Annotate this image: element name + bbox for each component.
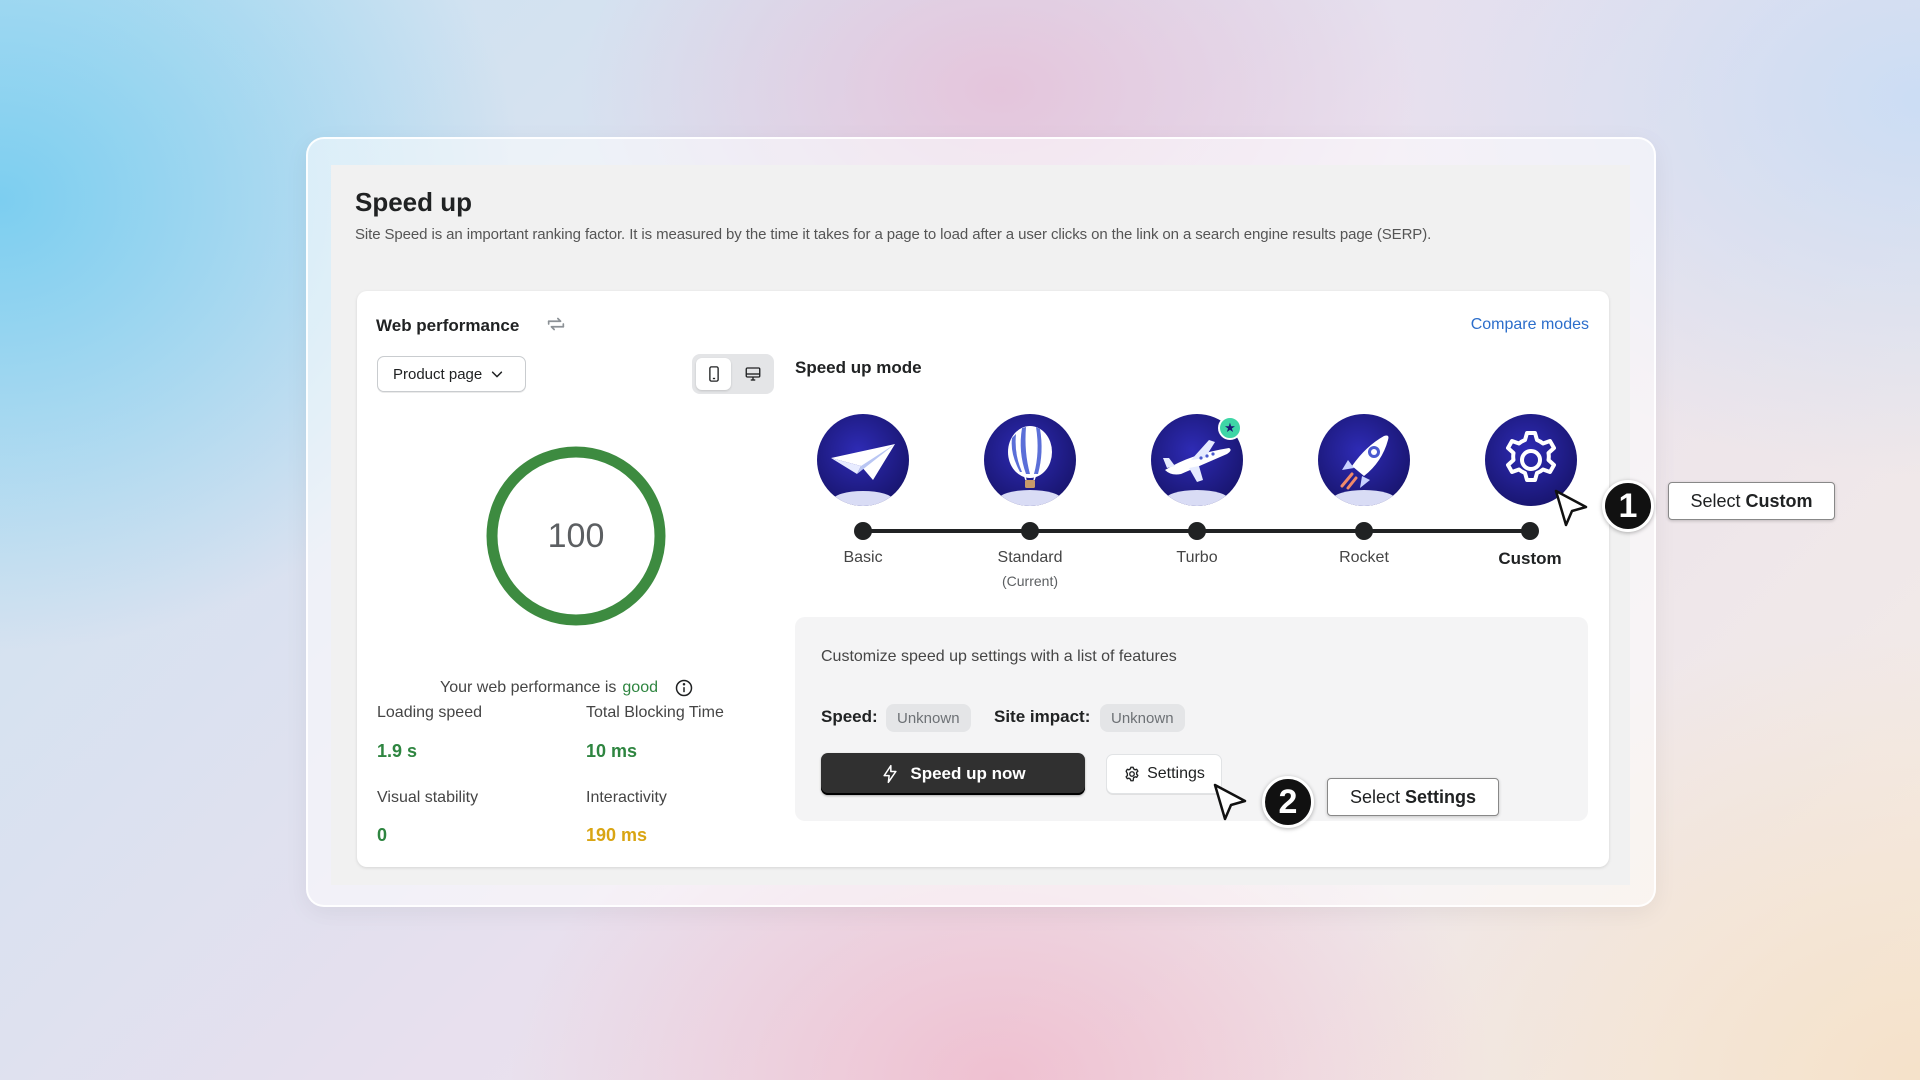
speed-up-mode-title: Speed up mode	[795, 358, 922, 377]
chevron-down-icon	[492, 371, 503, 378]
hot-air-balloon-icon	[998, 426, 1062, 506]
mode-basic-dot[interactable]	[854, 522, 872, 540]
mode-basic-label: Basic	[843, 549, 883, 566]
cursor-pointer-icon	[1554, 489, 1588, 527]
interactivity-value: 190 ms	[586, 825, 648, 845]
settings-button-label: Settings	[1147, 765, 1205, 782]
total-blocking-time-value: 10 ms	[586, 741, 638, 761]
performance-status: Your web performance is good	[440, 678, 694, 698]
star-icon: ★	[1218, 416, 1242, 440]
mode-custom-dot[interactable]	[1521, 522, 1539, 540]
callout-2-prefix: Select	[1349, 786, 1400, 807]
mobile-icon	[708, 366, 719, 382]
step-2-badge: 2	[1262, 776, 1314, 828]
mode-standard-current: (Current)	[1001, 573, 1058, 589]
loading-speed-label: Loading speed	[377, 704, 482, 721]
select-settings-callout: Select Settings	[1327, 778, 1499, 816]
info-icon[interactable]	[674, 678, 694, 698]
mode-standard-dot[interactable]	[1021, 522, 1039, 540]
speed-value-badge: Unknown	[886, 704, 971, 732]
mobile-view-button[interactable]	[696, 358, 731, 390]
mode-turbo-dot[interactable]	[1188, 522, 1206, 540]
rocket-icon	[1332, 435, 1396, 506]
compare-modes-link[interactable]: Compare modes	[1471, 316, 1589, 334]
step-1-badge: 1	[1602, 480, 1654, 532]
site-impact-label: Site impact:	[994, 707, 1091, 726]
mode-standard-label: Standard	[997, 549, 1063, 566]
page-type-value: Product page	[393, 365, 483, 383]
mode-rocket-dot[interactable]	[1355, 522, 1373, 540]
performance-status-word: good	[622, 679, 658, 696]
mode-turbo-label: Turbo	[1176, 549, 1218, 566]
refresh-icon[interactable]	[545, 313, 567, 335]
lightning-icon	[883, 764, 897, 784]
page-description: Site Speed is an important ranking facto…	[355, 226, 1432, 243]
performance-score: 100	[547, 516, 605, 555]
mode-basic-button[interactable]	[817, 414, 909, 506]
settings-button[interactable]: Settings	[1106, 754, 1222, 794]
desktop-view-button[interactable]	[735, 358, 770, 390]
interactivity-label: Interactivity	[586, 789, 667, 806]
callout-1-target: Custom	[1745, 490, 1813, 511]
speed-up-now-button[interactable]: Speed up now	[821, 753, 1085, 795]
custom-mode-description: Customize speed up settings with a list …	[821, 648, 1177, 665]
visual-stability-label: Visual stability	[377, 789, 479, 806]
gear-icon	[1125, 766, 1139, 782]
web-performance-title: Web performance	[376, 316, 520, 335]
callout-1-prefix: Select	[1690, 490, 1741, 511]
total-blocking-time-label: Total Blocking Time	[586, 704, 724, 721]
page-title: Speed up	[355, 187, 473, 217]
mode-custom-label: Custom	[1498, 549, 1562, 568]
select-custom-callout: Select Custom	[1668, 482, 1835, 520]
visual-stability-value: 0	[377, 825, 388, 845]
speed-label: Speed:	[821, 707, 878, 726]
cursor-pointer-icon	[1213, 783, 1247, 821]
mode-rocket-label: Rocket	[1339, 549, 1389, 566]
page-type-dropdown[interactable]: Product page	[377, 356, 526, 392]
mode-standard-button[interactable]	[984, 414, 1076, 506]
callout-2-target: Settings	[1405, 786, 1477, 807]
speed-up-now-label: Speed up now	[910, 764, 1026, 783]
site-impact-value-badge: Unknown	[1100, 704, 1185, 732]
performance-status-prefix: Your web performance is	[440, 679, 617, 696]
mode-rocket-button[interactable]	[1318, 414, 1410, 506]
desktop-icon	[745, 367, 760, 381]
loading-speed-value: 1.9 s	[377, 741, 418, 761]
device-toggle	[692, 354, 774, 394]
paper-plane-icon	[831, 444, 895, 506]
